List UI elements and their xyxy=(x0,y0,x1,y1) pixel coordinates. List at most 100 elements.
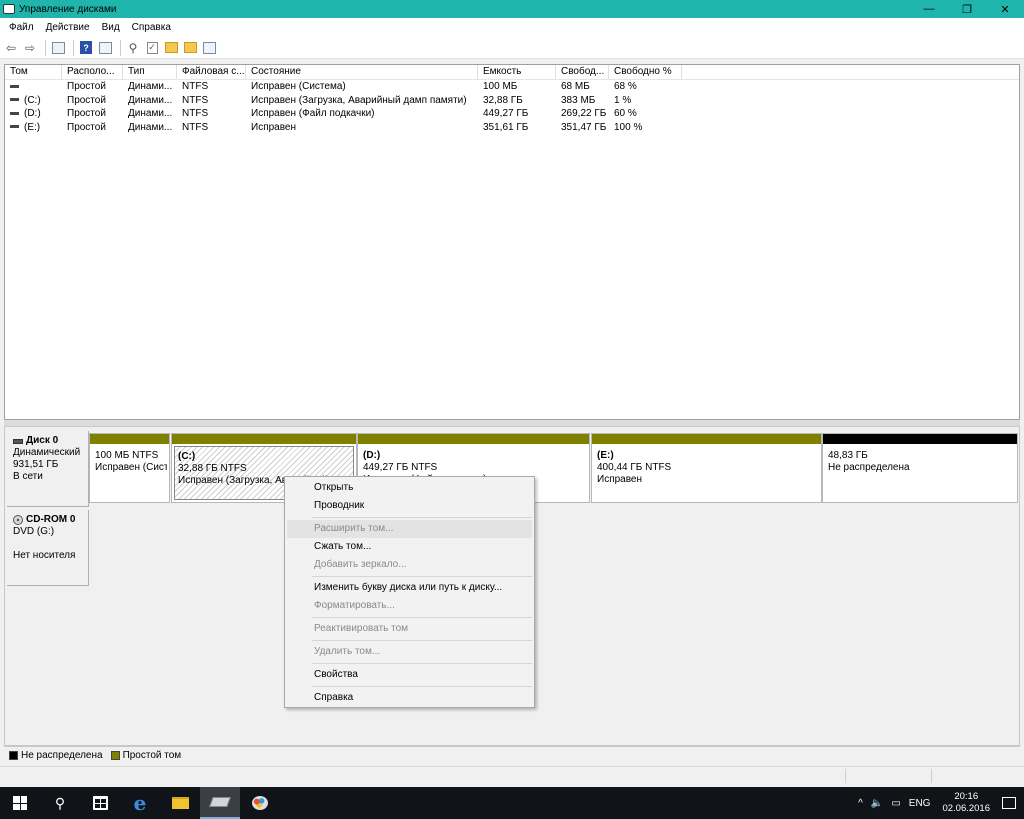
cell-filesystem: NTFS xyxy=(182,121,209,133)
disk-management-taskbar-button[interactable] xyxy=(200,787,240,819)
folder-up-icon[interactable] xyxy=(163,40,179,56)
menu-separator xyxy=(312,686,532,687)
menu-view[interactable]: Вид xyxy=(96,22,126,33)
partition-size: 48,83 ГБ xyxy=(828,450,868,461)
menu-item-format[interactable]: Форматировать... xyxy=(287,597,532,615)
cdrom-0-name: CD-ROM 0 xyxy=(26,514,76,525)
cell-free-space: 383 МБ xyxy=(561,94,596,106)
clock-time: 20:16 xyxy=(954,791,979,802)
back-arrow-icon[interactable]: ⇦ xyxy=(3,40,19,56)
column-header-free-space[interactable]: Свобод... xyxy=(556,65,609,79)
cell-free-percent: 68 % xyxy=(614,81,637,92)
volume-drive-icon xyxy=(10,84,19,88)
disk-0-label[interactable]: Диск 0 Динамический 931,51 ГБ В сети xyxy=(7,431,89,507)
menu-action[interactable]: Действие xyxy=(40,22,96,33)
language-indicator[interactable]: ENG xyxy=(905,798,935,809)
properties-icon[interactable] xyxy=(97,40,113,56)
windows-logo-icon xyxy=(13,796,27,810)
paint-icon xyxy=(252,796,268,810)
cell-status: Исправен xyxy=(251,121,297,133)
forward-arrow-icon[interactable]: ⇨ xyxy=(22,40,38,56)
cell-free-percent: 100 % xyxy=(614,121,643,133)
column-header-free-percent[interactable]: Свободно % xyxy=(609,65,682,79)
menu-item-help[interactable]: Справка xyxy=(287,689,532,707)
explorer-icon xyxy=(171,797,189,809)
table-row[interactable]: (E:) Простой Динами... NTFS Исправен 351,61 Г… xyxy=(5,121,1019,135)
cdrom-0-name-row: CD-ROM 0 xyxy=(13,514,88,526)
cell-layout: Простой xyxy=(67,121,106,133)
menu-item-properties[interactable]: Свойства xyxy=(287,666,532,684)
partition-color-bar xyxy=(358,434,589,444)
search-button[interactable]: ⚲ xyxy=(40,787,80,819)
column-header-volume[interactable]: Том xyxy=(5,65,62,79)
toolbar-separator xyxy=(73,39,74,56)
column-header-filesystem[interactable]: Файловая с... xyxy=(177,65,246,79)
menu-item-delete-volume[interactable]: Удалить том... xyxy=(287,643,532,661)
menu-item-open[interactable]: Открыть xyxy=(287,479,532,497)
console-icon[interactable] xyxy=(50,40,66,56)
cell-type: Динами... xyxy=(128,94,173,106)
table-row[interactable]: Простой Динами... NTFS Исправен (Система) 10… xyxy=(5,80,1019,94)
volume-drive-icon xyxy=(10,125,19,129)
check-icon[interactable]: ✓ xyxy=(144,40,160,56)
menu-item-shrink-volume[interactable]: Сжать том... xyxy=(287,538,532,556)
menu-file[interactable]: Файл xyxy=(3,22,40,33)
partition-color-bar xyxy=(592,434,821,444)
explorer-button[interactable] xyxy=(160,787,200,819)
disk-0-name: Диск 0 xyxy=(26,435,59,446)
window-title: Управление дисками xyxy=(19,3,117,15)
legend-label: Простой том xyxy=(122,750,182,761)
toolbar-separator xyxy=(45,39,46,56)
table-row[interactable]: (D:) Простой Динами... NTFS Исправен (Файл п… xyxy=(5,107,1019,121)
partition-label: (C:) xyxy=(178,451,196,462)
maximize-button[interactable]: ❐ xyxy=(948,0,986,18)
volume-drive-icon xyxy=(10,98,19,102)
legend: Не распределена Простой том xyxy=(4,746,1020,764)
menu-separator xyxy=(312,517,532,518)
column-header-layout[interactable]: Располо... xyxy=(62,65,123,79)
network-icon[interactable]: ▭ xyxy=(887,798,904,809)
paint-button[interactable] xyxy=(240,787,280,819)
start-button[interactable] xyxy=(0,787,40,819)
menu-item-change-drive-letter[interactable]: Изменить букву диска или путь к диску... xyxy=(287,579,532,597)
column-header-capacity[interactable]: Емкость xyxy=(478,65,556,79)
disk-management-icon xyxy=(209,797,231,807)
menu-item-extend-volume[interactable]: Расширить том... xyxy=(287,520,532,538)
partition-system-reserved[interactable]: 100 МБ NTFS Исправен (Сист xyxy=(89,433,170,503)
cell-volume xyxy=(5,80,62,94)
cell-free-space: 269,22 ГБ xyxy=(561,108,607,119)
partition-status: Не распределена xyxy=(828,462,910,473)
minimize-button[interactable]: — xyxy=(910,0,948,18)
partition-unallocated[interactable]: 48,83 ГБ Не распределена xyxy=(822,433,1018,503)
hard-disk-icon xyxy=(13,438,23,444)
notification-center-icon[interactable] xyxy=(1002,797,1016,809)
disk-management-app-icon xyxy=(3,4,15,14)
column-header-status[interactable]: Состояние xyxy=(246,65,478,79)
folder-search-icon[interactable] xyxy=(182,40,198,56)
list-icon[interactable] xyxy=(201,40,217,56)
column-header-type[interactable]: Тип xyxy=(123,65,177,79)
volume-drive-icon xyxy=(10,111,19,115)
clock[interactable]: 20:16 02.06.2016 xyxy=(934,791,998,815)
menu-help[interactable]: Справка xyxy=(126,22,177,33)
volume-icon[interactable]: 🔈 xyxy=(867,798,887,809)
cell-layout: Простой xyxy=(67,81,106,92)
store-button[interactable] xyxy=(80,787,120,819)
partition-color-bar xyxy=(823,434,1017,444)
cell-status: Исправен (Файл подкачки) xyxy=(251,108,375,119)
disk-0-status: В сети xyxy=(13,471,43,482)
help-icon[interactable]: ? xyxy=(78,40,94,56)
menu-item-add-mirror[interactable]: Добавить зеркало... xyxy=(287,556,532,574)
cell-free-percent: 1 % xyxy=(614,94,632,106)
connect-icon[interactable]: ⚲ xyxy=(125,40,141,56)
legend-swatch xyxy=(9,751,18,760)
menu-item-reactivate-volume[interactable]: Реактивировать том xyxy=(287,620,532,638)
menu-item-explore[interactable]: Проводник xyxy=(287,497,532,515)
legend-label: Не распределена xyxy=(21,750,103,761)
table-row[interactable]: (C:) Простой Динами... NTFS Исправен (Загруз… xyxy=(5,94,1019,108)
edge-button[interactable]: e xyxy=(120,787,160,819)
tray-chevron-icon[interactable]: ^ xyxy=(854,798,867,809)
cdrom-0-label[interactable]: CD-ROM 0 DVD (G:) Нет носителя xyxy=(7,510,89,586)
partition-e[interactable]: (E:) 400,44 ГБ NTFS Исправен xyxy=(591,433,822,503)
close-button[interactable]: ✕ xyxy=(986,0,1024,18)
